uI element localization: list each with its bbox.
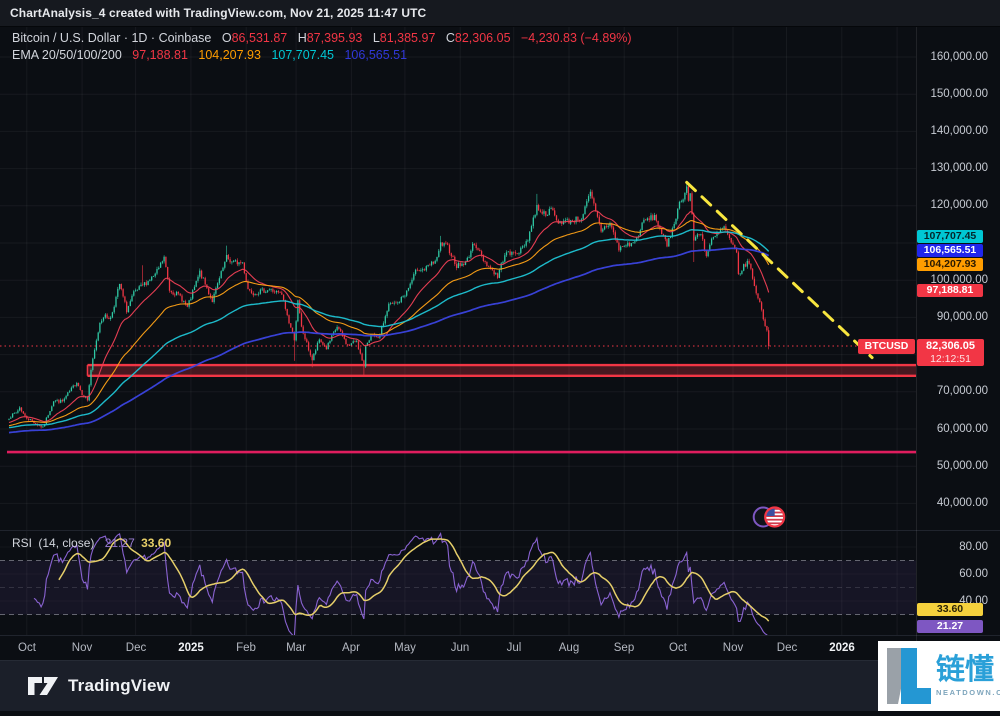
ema-legend-label: EMA 20/50/100/200: [12, 48, 122, 62]
price-axis-label: 50,000.00: [936, 460, 988, 472]
low-label: L: [372, 31, 380, 45]
ema20-axis-badge: 97,188.81: [917, 284, 983, 297]
price-axis-label: 60,000.00: [936, 423, 988, 435]
symbol-row: Bitcoin / U.S. Dollar · 1D · Coinbase O8…: [12, 30, 632, 47]
time-axis-label: Feb: [236, 642, 256, 654]
ema100-axis-badge: 107,707.45: [917, 230, 983, 243]
time-axis-label: May: [394, 642, 416, 654]
ema50-line: [8, 220, 770, 427]
price-axis-label: 140,000.00: [930, 125, 988, 137]
close-value: 82,306.05: [454, 31, 511, 45]
descending-trendline: [685, 180, 874, 360]
screenshot-title-bar: ChartAnalysis_4 created with TradingView…: [0, 0, 1000, 27]
time-axis-label: Mar: [286, 642, 306, 654]
rsi-ma-value: 33.60: [141, 536, 172, 550]
time-axis-label: Dec: [776, 642, 798, 654]
rsi-title: RSI: [12, 536, 33, 550]
ema200-value: 106,565.51: [344, 48, 408, 62]
last-price-value: 82,306.05: [926, 340, 975, 352]
bar-countdown: 12:12:51: [930, 353, 971, 365]
rsi-axis-label: 60.00: [959, 568, 988, 580]
ema50-value: 104,207.93: [198, 48, 261, 62]
symbol-price-tag: BTCUSD: [858, 339, 915, 354]
economic-event-flag-icon[interactable]: [752, 506, 786, 528]
time-axis-label: Oct: [18, 642, 36, 654]
price-axis-label: 150,000.00: [930, 88, 988, 100]
watermark-cjk: 链懂: [936, 652, 994, 686]
time-axis-label: 2026: [829, 642, 855, 654]
rsi-axis-badge: 21.27: [917, 620, 983, 633]
price-axis-label: 70,000.00: [936, 385, 988, 397]
low-value: 81,385.97: [379, 31, 436, 45]
price-axis-label: 120,000.00: [930, 199, 988, 211]
ema100-value: 107,707.45: [271, 48, 334, 62]
ema200-line: [8, 247, 770, 434]
time-axis-label: Oct: [669, 642, 687, 654]
open-label: O: [221, 31, 232, 45]
ema20-value: 97,188.81: [132, 48, 188, 62]
watermark-logo-box: 链懂 NEATDOWN.COM: [878, 641, 1000, 711]
rsi-header: RSI (14, close) 21.27 33.60: [12, 536, 171, 550]
close-label: C: [445, 31, 455, 45]
logo-blue-l: [901, 648, 931, 704]
open-value: 86,531.87: [231, 31, 288, 45]
time-axis-label: 2025: [178, 642, 204, 654]
price-axis-label: 90,000.00: [936, 311, 988, 323]
time-axis-label: Dec: [125, 642, 147, 654]
time-axis-label: Apr: [342, 642, 360, 654]
rsi-ma-axis-badge: 33.60: [917, 603, 983, 616]
tradingview-brand[interactable]: TradingView: [68, 676, 170, 696]
price-axis-label: 40,000.00: [936, 497, 988, 509]
time-axis-label: Jun: [450, 642, 470, 654]
rsi-params: (14, close): [38, 536, 95, 550]
watermark-domain: NEATDOWN.COM: [936, 688, 1000, 697]
time-axis-label: Sep: [613, 642, 635, 654]
rsi-axis-label: 80.00: [959, 541, 988, 553]
time-axis-label: Nov: [71, 642, 93, 654]
ema-legend-row: EMA 20/50/100/200 97,188.81 104,207.93 1…: [12, 47, 632, 64]
ema50-axis-badge: 104,207.93: [917, 258, 983, 271]
change-value: −4,230.83 (−4.89%): [521, 31, 632, 45]
price-axis-label: 160,000.00: [930, 51, 988, 63]
rsi-value: 21.27: [104, 536, 135, 550]
support-zone: [86, 363, 916, 378]
footer-bar: TradingView: [0, 660, 1000, 711]
ema200-axis-badge: 106,565.51: [917, 244, 983, 257]
last-price-badge: 82,306.05 12:12:51: [917, 339, 984, 366]
time-axis-label: Aug: [558, 642, 580, 654]
symbol-header: Bitcoin / U.S. Dollar · 1D · Coinbase O8…: [12, 30, 632, 64]
price-axis-label: 130,000.00: [930, 162, 988, 174]
high-label: H: [297, 31, 307, 45]
neatdown-logo: 链懂 NEATDOWN.COM: [887, 648, 1000, 704]
price-chart-canvas[interactable]: [0, 0, 1000, 660]
time-axis-label: Jul: [506, 642, 522, 654]
screenshot-title: ChartAnalysis_4 created with TradingView…: [10, 6, 427, 20]
time-axis-label: Nov: [722, 642, 744, 654]
symbol-name: Bitcoin / U.S. Dollar · 1D · Coinbase: [12, 31, 212, 45]
tradingview-icon[interactable]: [27, 676, 59, 696]
high-value: 87,395.93: [306, 31, 363, 45]
